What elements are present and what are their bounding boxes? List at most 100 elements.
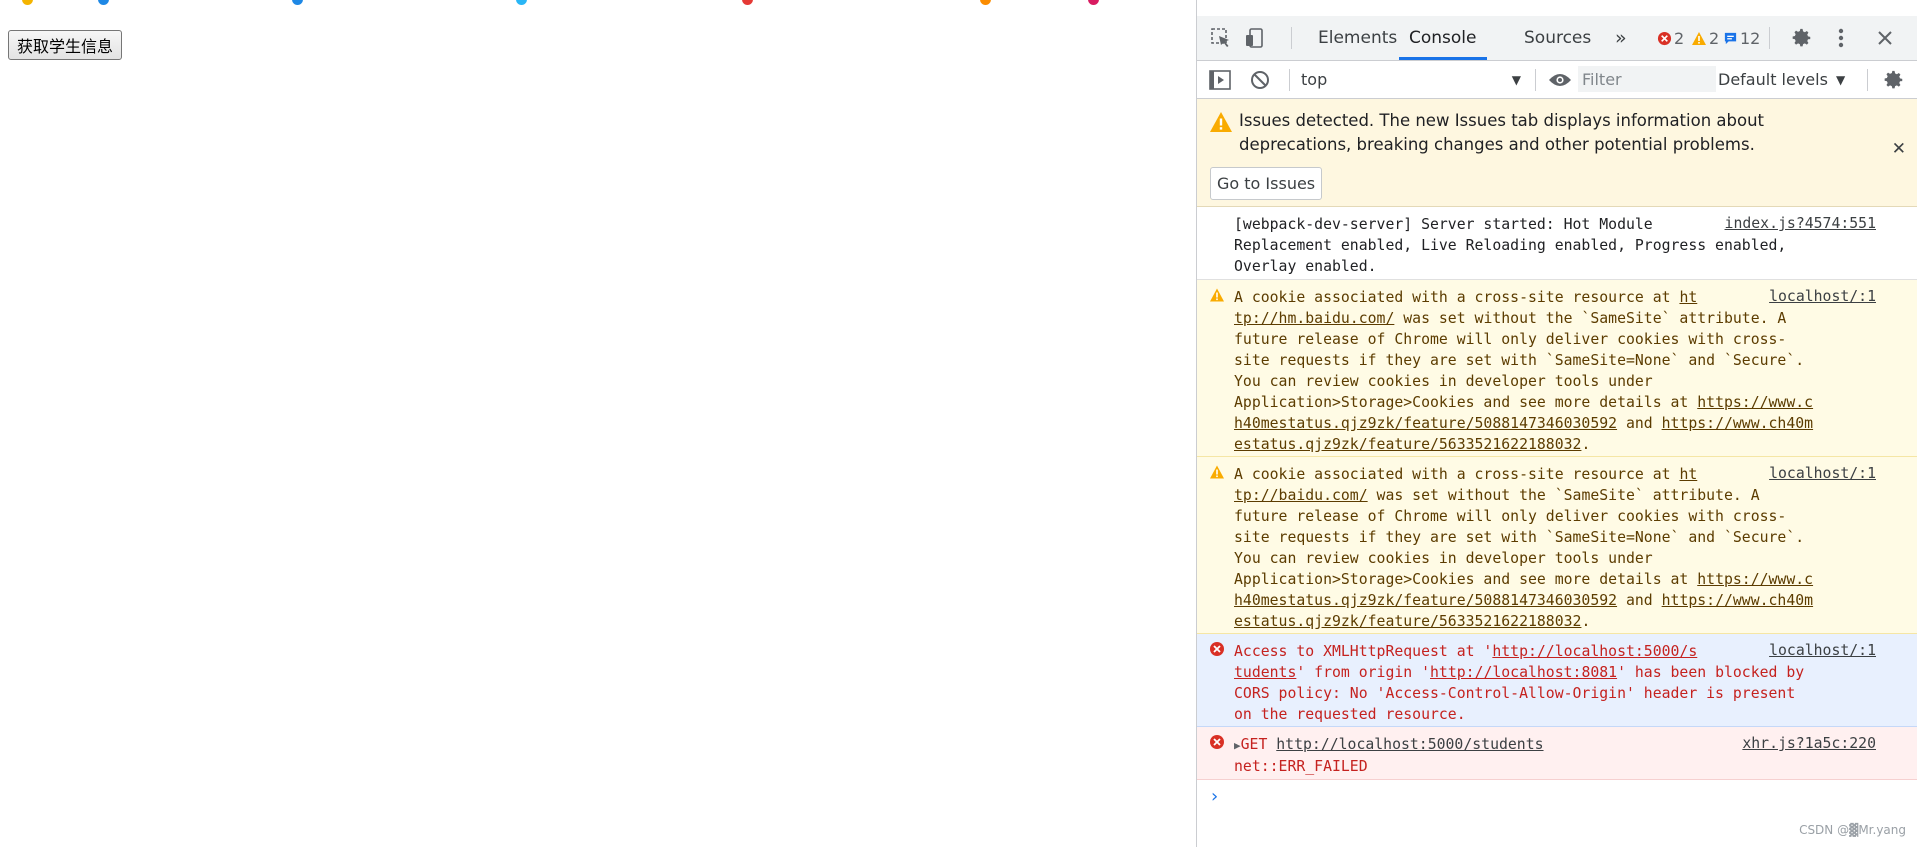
console-message-error: xhr.js?1a5c:220 ▶GET http://localhost:50… (1197, 727, 1917, 780)
message-line: on the requested resource. (1234, 706, 1466, 723)
bookmark-icon[interactable] (980, 0, 991, 5)
context-select[interactable]: top ▼ (1301, 61, 1521, 98)
bookmark-icon[interactable] (1088, 0, 1099, 5)
error-icon (1657, 31, 1672, 45)
request-url-link[interactable]: http://localhost:5000/students (1276, 736, 1543, 753)
error-count[interactable]: 2 (1657, 28, 1684, 48)
issues-banner-text: Issues detected. The new Issues tab disp… (1239, 111, 1765, 154)
watermark: CSDN @▓Mr.yang (1799, 823, 1906, 837)
expand-triangle-icon[interactable]: ▶ (1234, 739, 1241, 752)
divider (1291, 27, 1292, 49)
message-line: [webpack-dev-server] Server started: Hot… (1234, 216, 1653, 233)
message-link[interactable]: estatus.qjz9zk/feature/5633521622188032 (1234, 613, 1581, 630)
message-link[interactable]: https://www.c (1697, 571, 1813, 588)
divider (1867, 69, 1868, 91)
more-options-icon[interactable] (1833, 16, 1849, 60)
request-method: GET (1240, 736, 1277, 753)
warning-count-value: 2 (1709, 28, 1720, 48)
console-message-warning: localhost/:1 A cookie associated with a … (1197, 280, 1917, 457)
context-value: top (1301, 70, 1328, 89)
dropdown-arrow-icon: ▼ (1511, 72, 1521, 87)
filter-input[interactable] (1578, 66, 1716, 92)
error-count-value: 2 (1674, 28, 1685, 48)
message-link[interactable]: http://localhost:5000/s (1492, 643, 1697, 660)
tab-elements[interactable]: Elements (1318, 16, 1397, 60)
message-text: A cookie associated with a cross-site re… (1234, 464, 1874, 632)
message-text-segment: . (1581, 613, 1591, 630)
info-messages-icon (1724, 32, 1737, 44)
message-link[interactable]: ht (1679, 289, 1697, 306)
message-text: Access to XMLHttpRequest at 'http://loca… (1234, 641, 1874, 725)
message-line: CORS policy: No 'Access-Control-Allow-Or… (1234, 685, 1796, 702)
go-to-issues-button[interactable]: Go to Issues (1210, 167, 1323, 200)
bookmark-icon[interactable] (516, 0, 527, 5)
divider (1769, 27, 1770, 49)
close-banner-icon[interactable]: ✕ (1892, 139, 1906, 159)
message-line: You can review cookies in developer tool… (1234, 550, 1653, 567)
console-message-info: index.js?4574:551 [webpack-dev-server] S… (1197, 207, 1917, 280)
message-text-segment: . (1581, 436, 1591, 453)
message-link[interactable]: https://www.ch40m (1662, 592, 1813, 609)
inspect-element-icon[interactable] (1207, 16, 1235, 60)
live-expression-eye-icon[interactable] (1547, 61, 1573, 98)
bookmark-icon[interactable] (22, 0, 33, 5)
message-text-segment: and (1617, 415, 1662, 432)
get-student-info-button[interactable]: 获取学生信息 (8, 30, 123, 60)
device-toolbar-icon[interactable] (1241, 16, 1269, 60)
message-text-segment: A cookie associated with a cross-site re… (1234, 289, 1680, 306)
message-link[interactable]: tudents (1234, 664, 1296, 681)
message-line: Overlay enabled. (1234, 258, 1377, 275)
error-icon (1210, 735, 1224, 749)
console-message-error: localhost/:1 Access to XMLHttpRequest at… (1197, 634, 1917, 727)
message-link[interactable]: https://www.c (1697, 394, 1813, 411)
warning-icon (1209, 111, 1233, 137)
message-text-segment: Application>Storage>Cookies and see more… (1234, 571, 1698, 588)
warning-icon (1210, 465, 1224, 479)
message-text-segment: was set without the `SameSite` attribute… (1394, 310, 1787, 327)
bookmark-icon[interactable] (98, 0, 109, 5)
sidebar-toggle-icon[interactable] (1207, 61, 1233, 98)
divider (1289, 69, 1290, 91)
message-text-segment: Application>Storage>Cookies and see more… (1234, 394, 1698, 411)
message-line: future release of Chrome will only deliv… (1234, 331, 1787, 348)
more-tabs-icon[interactable]: » (1615, 16, 1627, 60)
console-toolbar: top ▼ Default levels ▼ (1197, 61, 1917, 99)
tab-console[interactable]: Console (1399, 16, 1487, 60)
message-line: net::ERR_FAILED (1234, 758, 1368, 775)
message-link[interactable]: https://www.ch40m (1662, 415, 1813, 432)
message-text-segment: Access to XMLHttpRequest at ' (1234, 643, 1493, 660)
console-settings-gear-icon[interactable] (1881, 61, 1907, 98)
message-link[interactable]: tp://hm.baidu.com/ (1234, 310, 1394, 327)
message-link[interactable]: h40mestatus.qjz9zk/feature/5088147346030… (1234, 415, 1617, 432)
message-text-segment: ' has been blocked by (1617, 664, 1805, 681)
console-prompt[interactable]: › (1211, 786, 1218, 807)
message-text-segment: and (1617, 592, 1662, 609)
bookmark-icon[interactable] (742, 0, 753, 5)
warning-icon (1692, 31, 1706, 45)
log-levels-value: Default levels (1718, 70, 1828, 89)
message-line: Replacement enabled, Live Reloading enab… (1234, 237, 1787, 254)
message-link[interactable]: h40mestatus.qjz9zk/feature/5088147346030… (1234, 592, 1617, 609)
log-levels-select[interactable]: Default levels ▼ (1718, 61, 1845, 98)
message-text-segment: was set without the `SameSite` attribute… (1367, 487, 1760, 504)
message-link[interactable]: estatus.qjz9zk/feature/5633521622188032 (1234, 436, 1581, 453)
message-line: future release of Chrome will only deliv… (1234, 508, 1787, 525)
divider (1535, 69, 1536, 91)
warning-icon (1210, 288, 1224, 302)
settings-gear-icon[interactable] (1789, 16, 1815, 60)
message-line: site requests if they are set with `Same… (1234, 352, 1805, 369)
message-link[interactable]: tp://baidu.com/ (1234, 487, 1368, 504)
message-link[interactable]: ht (1679, 466, 1697, 483)
tab-sources[interactable]: Sources (1524, 16, 1591, 60)
message-text-segment: A cookie associated with a cross-site re… (1234, 466, 1680, 483)
bookmarks-bar (0, 0, 1195, 8)
devtools-panel: Elements Console Sources » 2 2 12 top ▼ … (1196, 0, 1917, 847)
message-count[interactable]: 12 (1723, 28, 1760, 48)
bookmark-icon[interactable] (292, 0, 303, 5)
devtools-tabbar: Elements Console Sources » 2 2 12 (1197, 16, 1917, 61)
warning-count[interactable]: 2 (1691, 28, 1719, 48)
message-link[interactable]: http://localhost:8081 (1430, 664, 1617, 681)
message-line: site requests if they are set with `Same… (1234, 529, 1805, 546)
clear-console-icon[interactable] (1247, 61, 1273, 98)
close-devtools-icon[interactable] (1873, 16, 1897, 60)
